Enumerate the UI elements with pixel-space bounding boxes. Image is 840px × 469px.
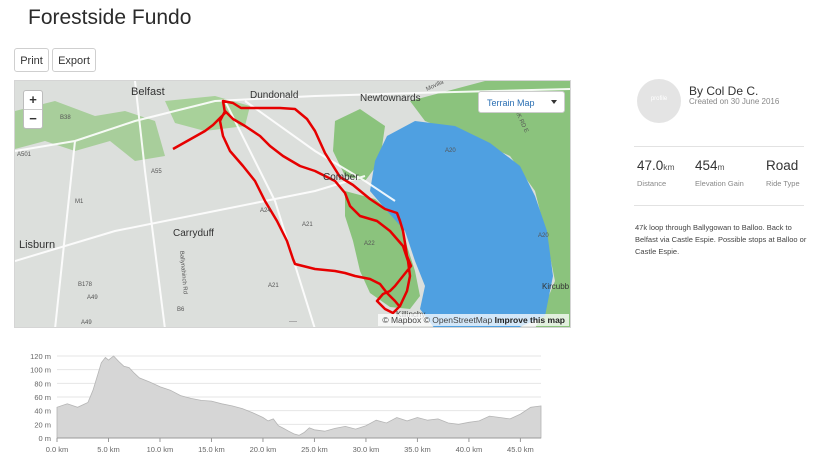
osm-link[interactable]: © OpenStreetMap [424, 315, 493, 325]
chevron-down-icon [551, 100, 557, 104]
stat-elevation-unit: m [717, 162, 725, 172]
stat-distance: 47.0km Distance [637, 157, 675, 188]
stat-distance-value: 47.0 [637, 158, 664, 173]
place-newtownards: Newtownards [360, 93, 421, 104]
map-resize-handle[interactable] [289, 321, 297, 327]
stat-distance-unit: km [663, 162, 675, 172]
place-carryduff: Carryduff [173, 228, 214, 239]
map-attribution: © Mapbox © OpenStreetMap Improve this ma… [378, 314, 569, 326]
place-kircubb: Kircubb [542, 282, 570, 291]
route-description: 47k loop through Ballygowan to Balloo. B… [635, 223, 807, 256]
stat-ride-type-value: Road [766, 158, 799, 173]
stat-ride-type-label: Ride Type [766, 179, 800, 188]
y-tick-label: 20 m [34, 420, 51, 429]
road-label-a49-south: A49 [81, 320, 92, 326]
x-tick-label: 0.0 km [46, 445, 69, 454]
road-label-a49-north: A49 [87, 295, 98, 301]
place-comber: Comber [323, 172, 359, 183]
mapbox-link[interactable]: © Mapbox [382, 315, 421, 325]
road-label-b6: B6 [177, 307, 185, 313]
stat-elevation-label: Elevation Gain [695, 179, 744, 188]
map-canvas[interactable]: Belfast Dundonald Newtownards Comber Car… [15, 81, 571, 328]
road-label-a21-north: A21 [302, 222, 313, 228]
elevation-chart[interactable]: 0 m 20 m 40 m 60 m 80 m 100 m 120 m 0.0 km 5.0 k… [0, 345, 560, 464]
road-label-m1: M1 [75, 199, 84, 205]
y-tick-label: 40 m [34, 407, 51, 416]
print-button[interactable]: Print [14, 48, 49, 72]
author-name[interactable]: By Col De C. [689, 84, 758, 98]
avatar[interactable]: profile [637, 79, 681, 123]
place-lisburn: Lisburn [19, 239, 55, 251]
zoom-control: + − [23, 90, 43, 129]
stat-ride-type: Road Ride Type [766, 157, 800, 188]
road-label-a501: A501 [17, 152, 32, 158]
route-map[interactable]: Belfast Dundonald Newtownards Comber Car… [14, 80, 571, 328]
y-tick-label: 100 m [30, 366, 51, 375]
divider-bottom [634, 205, 804, 206]
created-date: Created on 30 June 2016 [689, 97, 780, 106]
map-layer-select[interactable]: Terrain Map [478, 91, 565, 113]
x-tick-label: 10.0 km [147, 445, 174, 454]
y-tick-label: 120 m [30, 352, 51, 361]
avatar-placeholder-text: profile [650, 96, 668, 102]
x-tick-label: 30.0 km [353, 445, 380, 454]
x-tick-label: 45.0 km [507, 445, 534, 454]
zoom-out-button[interactable]: − [24, 109, 42, 128]
y-tick-label: 60 m [34, 393, 51, 402]
divider-top [634, 146, 804, 147]
y-tick-label: 0 m [38, 434, 51, 443]
x-tick-label: 20.0 km [250, 445, 277, 454]
road-label-a24: A24 [260, 208, 271, 214]
export-button[interactable]: Export [52, 48, 96, 72]
road-label-b38: B38 [60, 115, 71, 121]
zoom-in-button[interactable]: + [24, 91, 42, 109]
place-dundonald: Dundonald [250, 90, 298, 101]
road-label-a22: A22 [364, 241, 375, 247]
road-label-a21-south: A21 [268, 283, 279, 289]
elevation-profile[interactable]: 0 m 20 m 40 m 60 m 80 m 100 m 120 m 0.0 km 5.0 k… [0, 345, 560, 464]
x-tick-label: 35.0 km [404, 445, 431, 454]
x-tick-label: 5.0 km [97, 445, 120, 454]
map-layer-label: Terrain Map [487, 98, 535, 108]
x-tick-label: 25.0 km [301, 445, 328, 454]
road-label-a20-south: A20 [538, 233, 549, 239]
improve-map-link[interactable]: Improve this map [495, 315, 565, 325]
x-tick-label: 40.0 km [456, 445, 483, 454]
stat-distance-label: Distance [637, 179, 667, 188]
stat-elevation-value: 454 [695, 158, 718, 173]
page-title: Forestside Fundo [28, 6, 192, 29]
road-label-a20-north: A20 [445, 148, 456, 154]
place-belfast: Belfast [131, 86, 165, 98]
x-tick-label: 15.0 km [198, 445, 225, 454]
road-label-b178: B178 [78, 282, 93, 288]
road-label-a55: A55 [151, 169, 162, 175]
y-tick-label: 80 m [34, 379, 51, 388]
stat-elevation: 454m Elevation Gain [695, 157, 744, 188]
